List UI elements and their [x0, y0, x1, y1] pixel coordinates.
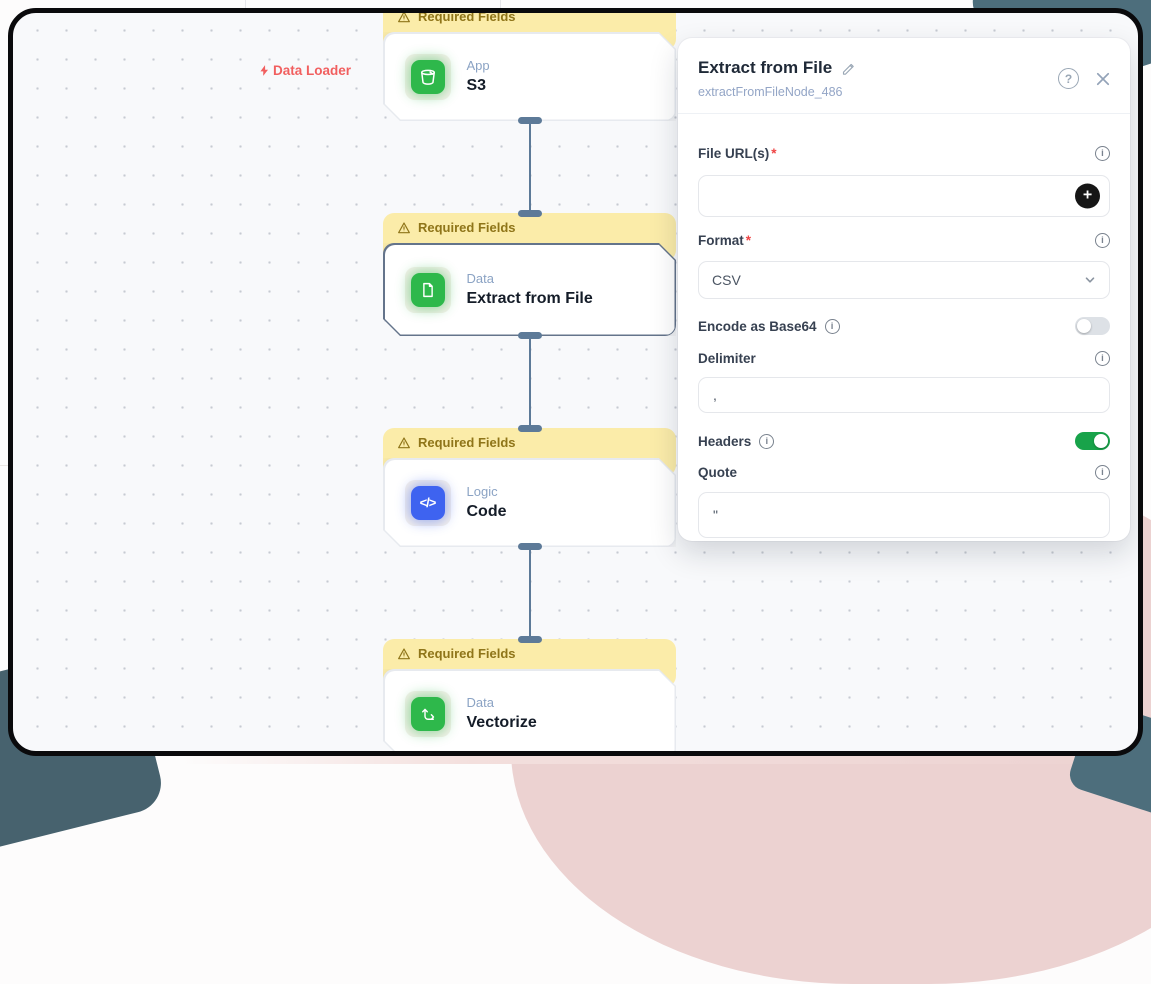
required-asterisk: * [746, 233, 751, 248]
output-port-handle[interactable] [518, 117, 542, 124]
info-icon[interactable]: i [1095, 233, 1110, 248]
banner-label: Required Fields [418, 220, 516, 235]
edge-connector [383, 547, 676, 639]
node-icon-tile [405, 54, 451, 100]
s3-bucket-icon [411, 60, 445, 94]
node-extract-from-file: Required Fields Data Extract from File [383, 213, 676, 336]
add-url-button[interactable]: + [1075, 184, 1100, 209]
help-button[interactable]: ? [1058, 68, 1079, 89]
panel-body: File URL(s)* i + Format* i CSV Encode as… [678, 114, 1130, 538]
node-code: Required Fields </> Logic Code [383, 428, 676, 547]
toggle-knob [1077, 319, 1091, 333]
panel-header: Extract from File extractFromFileNode_48… [678, 38, 1130, 114]
required-asterisk: * [771, 146, 776, 161]
format-selected-value: CSV [712, 272, 741, 288]
encode-base64-toggle[interactable] [1075, 317, 1110, 335]
info-icon[interactable]: i [1095, 351, 1110, 366]
warning-triangle-icon [397, 647, 411, 661]
node-category: Logic [467, 484, 507, 499]
edge-connector [383, 336, 676, 428]
close-panel-button[interactable] [1094, 70, 1112, 88]
file-document-icon [411, 273, 445, 307]
toggle-knob [1094, 434, 1108, 448]
input-port-handle[interactable] [518, 210, 542, 217]
panel-title: Extract from File [698, 58, 832, 78]
group-annotation-data-loader: Data Loader [258, 63, 351, 78]
question-mark-icon: ? [1065, 72, 1072, 86]
plus-icon: + [1083, 188, 1092, 204]
field-label-format: Format* [698, 233, 751, 248]
node-card-s3[interactable]: App S3 [385, 34, 675, 120]
node-vectorize: Required Fields Data Vectorize [383, 639, 676, 756]
banner-label: Required Fields [418, 435, 516, 450]
node-category: Data [467, 271, 593, 286]
edge-connector [383, 121, 676, 213]
input-port-handle[interactable] [518, 425, 542, 432]
node-icon-tile: </> [405, 480, 451, 526]
node-icon-tile [405, 691, 451, 737]
field-label-delimiter: Delimiter [698, 351, 756, 366]
banner-label: Required Fields [418, 646, 516, 661]
edge-line [529, 339, 531, 425]
edge-line [529, 550, 531, 636]
input-port-handle[interactable] [518, 636, 542, 643]
node-card-code[interactable]: </> Logic Code [385, 460, 675, 546]
field-label-quote: Quote [698, 465, 737, 480]
code-brackets-icon: </> [411, 486, 445, 520]
field-label-headers: Headers [698, 434, 751, 449]
vectorize-arrows-icon [411, 697, 445, 731]
node-title: S3 [467, 77, 490, 95]
output-port-handle[interactable] [518, 332, 542, 339]
pencil-icon [841, 61, 856, 76]
annotation-label: Data Loader [273, 63, 351, 78]
banner-label: Required Fields [418, 9, 516, 24]
warning-triangle-icon [397, 436, 411, 450]
format-select[interactable]: CSV [698, 261, 1110, 299]
lightning-bolt-icon [258, 64, 271, 77]
node-config-panel: Extract from File extractFromFileNode_48… [678, 38, 1130, 541]
node-title: Extract from File [467, 290, 593, 308]
edge-line [529, 124, 531, 210]
warning-triangle-icon [397, 221, 411, 235]
quote-input[interactable] [698, 492, 1110, 538]
workflow-node-column: Required Fields App S3 [383, 8, 676, 756]
node-id-label: extractFromFileNode_486 [698, 85, 1110, 99]
info-icon[interactable]: i [1095, 146, 1110, 161]
node-card-extract-from-file[interactable]: Data Extract from File [385, 245, 675, 335]
info-icon[interactable]: i [759, 434, 774, 449]
node-category: Data [467, 695, 537, 710]
field-label-encode-base64: Encode as Base64 [698, 319, 817, 334]
node-category: App [467, 58, 490, 73]
app-window-frame: Data Loader Required Fields [8, 8, 1143, 756]
close-icon [1094, 70, 1112, 88]
delimiter-input[interactable] [698, 377, 1110, 413]
node-icon-tile [405, 267, 451, 313]
warning-triangle-icon [397, 10, 411, 24]
field-label-file-urls: File URL(s)* [698, 146, 777, 161]
info-icon[interactable]: i [825, 319, 840, 334]
edit-title-button[interactable] [841, 61, 856, 76]
chevron-down-icon [1084, 274, 1096, 286]
file-urls-input[interactable] [698, 175, 1110, 217]
headers-toggle[interactable] [1075, 432, 1110, 450]
node-s3: Required Fields App S3 [383, 8, 676, 121]
workflow-canvas[interactable]: Data Loader Required Fields [13, 13, 1138, 751]
node-title: Code [467, 503, 507, 521]
code-glyph: </> [420, 495, 436, 510]
info-icon[interactable]: i [1095, 465, 1110, 480]
output-port-handle[interactable] [518, 543, 542, 550]
node-title: Vectorize [467, 714, 537, 732]
node-card-vectorize[interactable]: Data Vectorize [385, 671, 675, 757]
